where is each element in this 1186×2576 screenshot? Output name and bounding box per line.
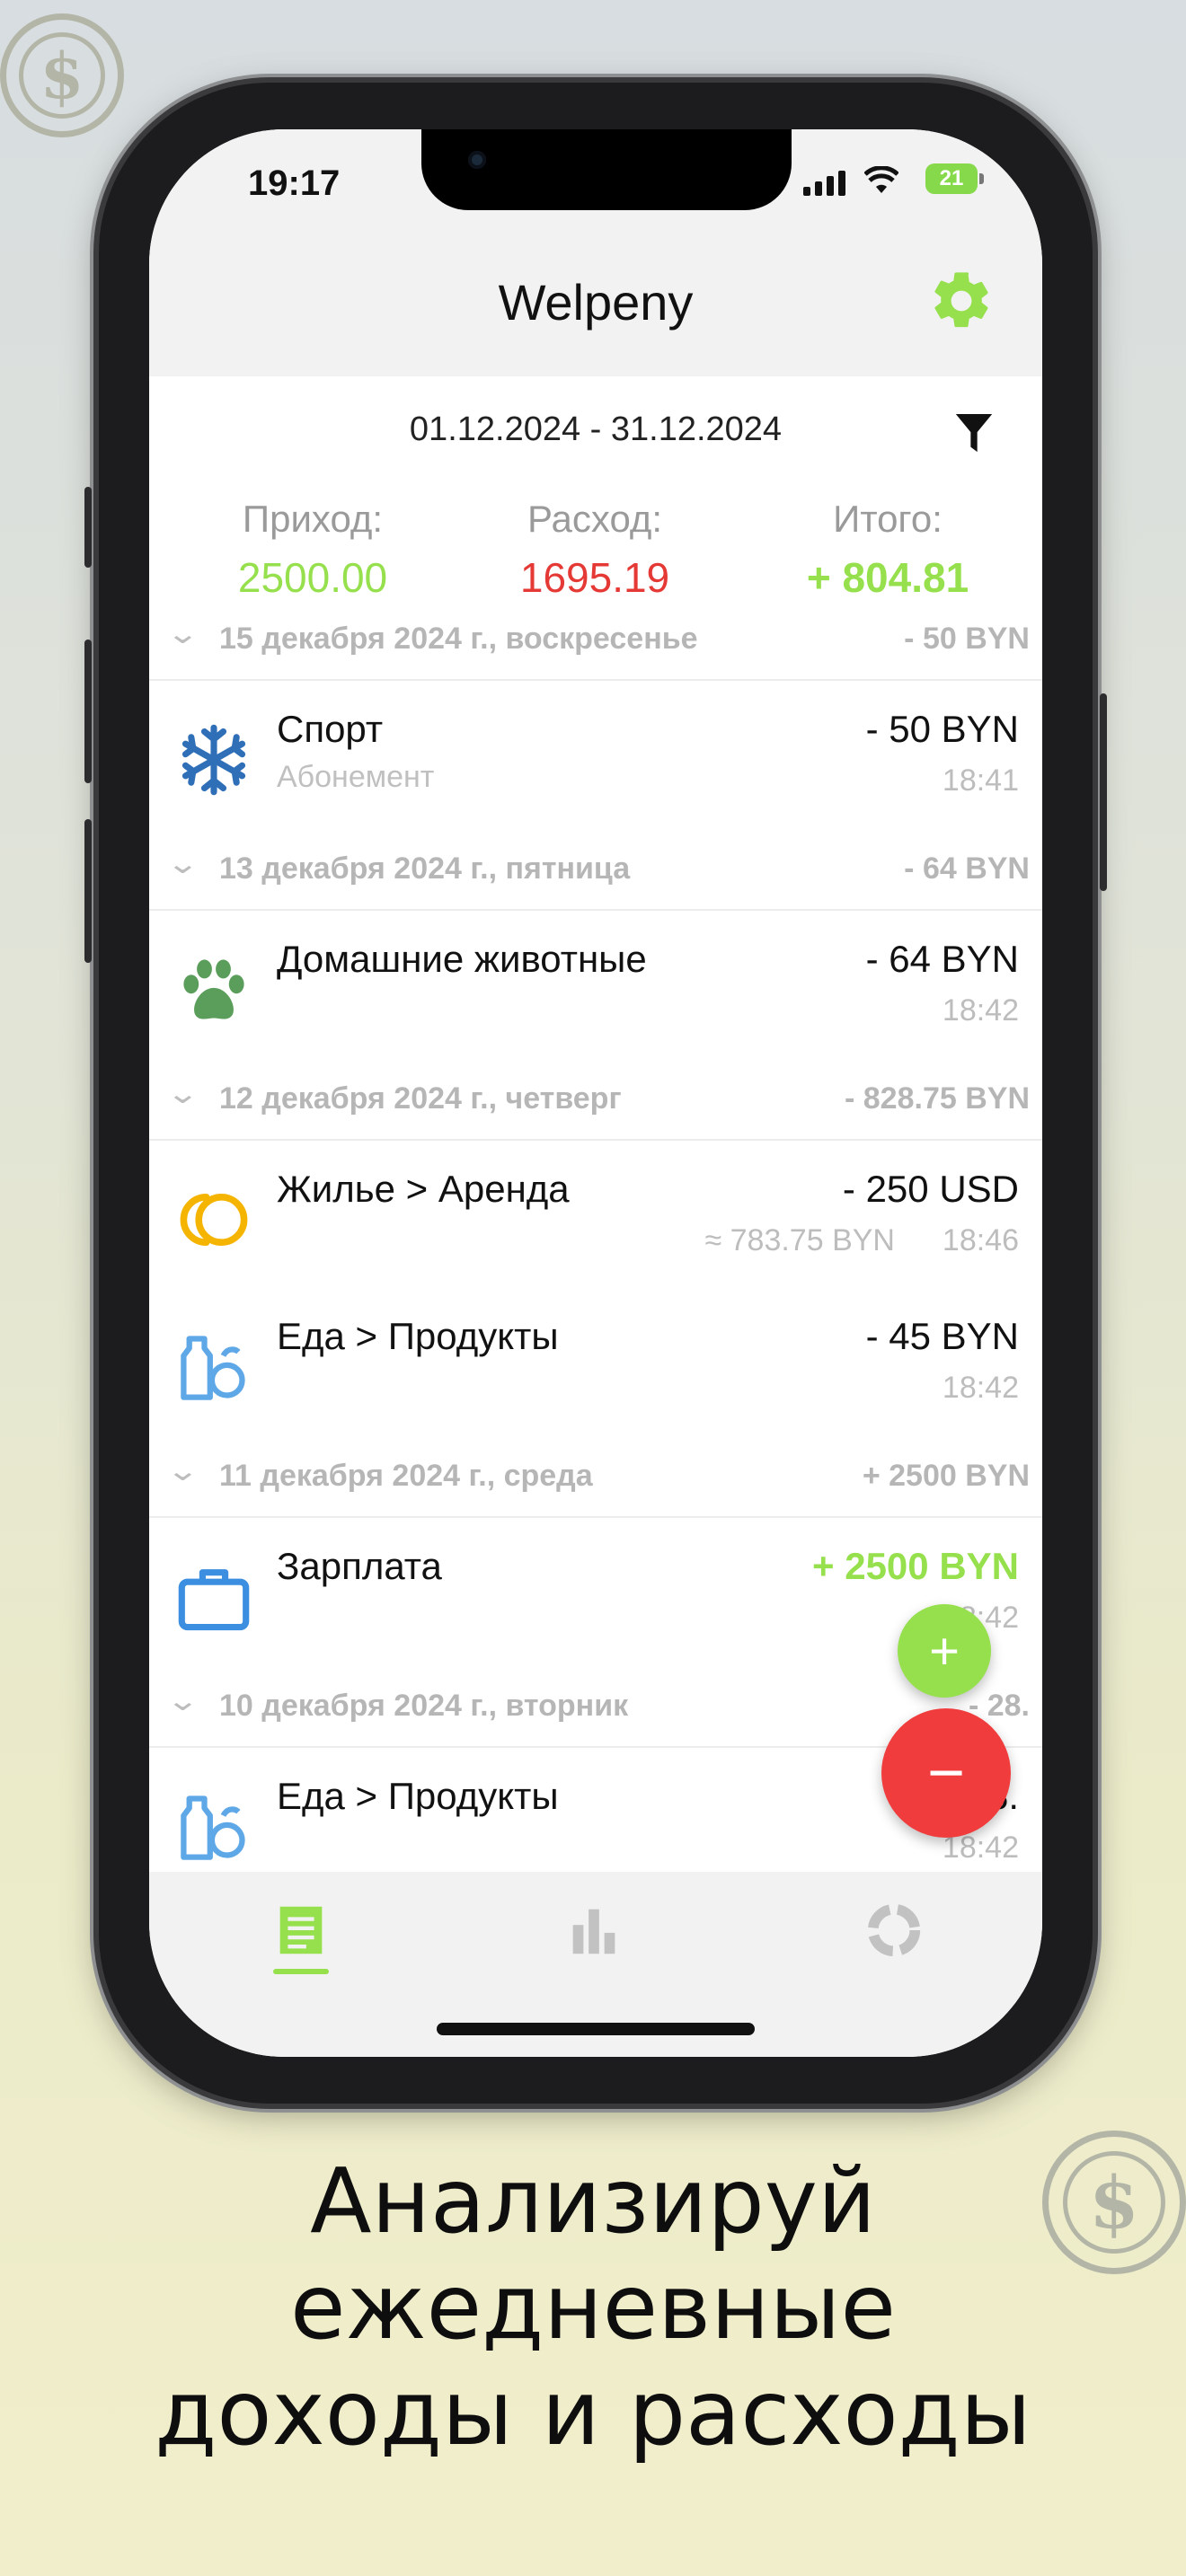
app-screen: 19:17 21 Welpeny 01.12.2024 - 31.12.2024 xyxy=(149,129,1042,2057)
add-expense-button[interactable]: − xyxy=(881,1708,1011,1838)
income-label: Приход: xyxy=(242,498,384,540)
expense-summary: Расход: 1695.19 xyxy=(460,498,730,602)
income-summary: Приход: 2500.00 xyxy=(178,498,447,602)
chevron-down-icon: ⌄ xyxy=(165,1684,200,1716)
day-header[interactable]: ⌄ 12 декабря 2024 г., четверг - 828.75 B… xyxy=(149,1065,1042,1141)
gear-icon[interactable] xyxy=(927,267,996,335)
funnel-icon[interactable] xyxy=(954,412,994,455)
status-time: 19:17 xyxy=(248,163,341,203)
app-header: Welpeny xyxy=(149,237,1042,376)
date-range[interactable]: 01.12.2024 - 31.12.2024 xyxy=(149,410,1042,449)
expense-value: 1695.19 xyxy=(519,554,670,601)
coin-logo-top: $ xyxy=(0,13,124,137)
chevron-down-icon: ⌄ xyxy=(165,1077,200,1109)
wifi-icon xyxy=(863,165,899,203)
day-header[interactable]: ⌄ 15 декабря 2024 г., воскресенье - 50 B… xyxy=(149,605,1042,681)
transaction-title: Еда > Продукты xyxy=(277,1775,559,1817)
day-date: 12 декабря 2024 г., четверг xyxy=(219,1081,622,1116)
volume-down-button xyxy=(84,819,92,963)
pie-chart-icon[interactable] xyxy=(863,1899,925,1962)
income-value: 2500.00 xyxy=(237,554,388,601)
transaction-title: Еда > Продукты xyxy=(277,1315,559,1357)
notch xyxy=(421,129,792,210)
groceries-icon xyxy=(181,1795,245,1860)
chevron-down-icon: ⌄ xyxy=(165,1454,200,1486)
transaction-row[interactable]: Жилье > Аренда - 250 USD ≈ 783.75 BYN 18… xyxy=(149,1139,1042,1297)
transaction-amount: + 2500 BYN xyxy=(812,1545,1019,1587)
phone-frame: 19:17 21 Welpeny 01.12.2024 - 31.12.2024 xyxy=(84,83,1107,2104)
day-total: - 64 BYN xyxy=(904,851,1030,886)
day-date: 13 декабря 2024 г., пятница xyxy=(219,851,631,886)
snowflake-icon xyxy=(181,724,246,796)
day-header[interactable]: ⌄ 13 декабря 2024 г., пятница - 64 BYN xyxy=(149,835,1042,911)
briefcase-icon xyxy=(178,1569,250,1631)
signal-icon xyxy=(803,171,845,196)
transaction-amount: - 45 BYN xyxy=(865,1315,1019,1357)
caption-line-1: Анализируй xyxy=(310,2148,876,2254)
transaction-amount: - 250 USD xyxy=(842,1168,1019,1210)
filter-bar: 01.12.2024 - 31.12.2024 xyxy=(149,376,1042,453)
transaction-amount: - 50 BYN xyxy=(865,708,1019,750)
groceries-icon xyxy=(181,1336,245,1400)
day-total: - 50 BYN xyxy=(904,622,1030,656)
chevron-down-icon: ⌄ xyxy=(165,847,200,879)
paw-icon xyxy=(183,959,244,1019)
day-date: 10 декабря 2024 г., вторник xyxy=(219,1689,629,1723)
transaction-title: Домашние животные xyxy=(277,938,647,980)
total-label: Итого: xyxy=(833,498,943,540)
add-income-button[interactable]: + xyxy=(898,1604,991,1698)
transaction-time: 18:42 xyxy=(942,993,1019,1028)
transaction-amount: - 64 BYN xyxy=(865,938,1019,980)
side-button xyxy=(84,487,92,568)
power-button xyxy=(1100,693,1107,891)
day-total: + 2500 BYN xyxy=(862,1459,1030,1493)
app-title: Welpeny xyxy=(498,274,694,331)
expense-label: Расход: xyxy=(527,498,663,540)
total-summary: Итого: + 804.81 xyxy=(753,498,1022,602)
bar-chart-icon[interactable] xyxy=(562,1899,625,1962)
transaction-note: Абонемент xyxy=(277,760,435,794)
day-date: 15 декабря 2024 г., воскресенье xyxy=(219,622,698,656)
total-value: + 804.81 xyxy=(806,554,969,601)
transaction-title: Зарплата xyxy=(277,1545,442,1587)
receipt-icon[interactable] xyxy=(270,1899,332,1962)
transaction-time: 18:41 xyxy=(942,763,1019,798)
day-total: - 828.75 BYN xyxy=(845,1081,1030,1116)
transaction-time: 18:42 xyxy=(942,1371,1019,1405)
transaction-row[interactable]: Еда > Продукты - 45 BYN 18:42 xyxy=(149,1286,1042,1444)
chevron-down-icon: ⌄ xyxy=(165,617,200,649)
volume-up-button xyxy=(84,640,92,783)
caption-line-2: ежедневные xyxy=(290,2254,896,2360)
caption-line-3: доходы и расходы xyxy=(155,2360,1031,2466)
transaction-row[interactable]: Домашние животные - 64 BYN 18:42 xyxy=(149,909,1042,1067)
transaction-time: 18:46 xyxy=(942,1223,1019,1257)
camera-icon xyxy=(468,151,486,169)
battery-icon: 21 xyxy=(925,163,984,194)
home-indicator xyxy=(437,2023,755,2035)
transaction-row[interactable]: Спорт Абонемент - 50 BYN 18:41 xyxy=(149,679,1042,837)
promo-caption: Анализируй ежедневные доходы и расходы xyxy=(0,2148,1186,2466)
active-tab-indicator xyxy=(273,1969,329,1974)
day-header[interactable]: ⌄ 11 декабря 2024 г., среда + 2500 BYN xyxy=(149,1442,1042,1518)
transaction-title: Жилье > Аренда xyxy=(277,1168,570,1210)
coins-icon xyxy=(180,1194,248,1246)
transaction-title: Спорт xyxy=(277,708,384,750)
day-date: 11 декабря 2024 г., среда xyxy=(219,1459,593,1493)
converted-amount: ≈ 783.75 BYN xyxy=(704,1223,895,1257)
